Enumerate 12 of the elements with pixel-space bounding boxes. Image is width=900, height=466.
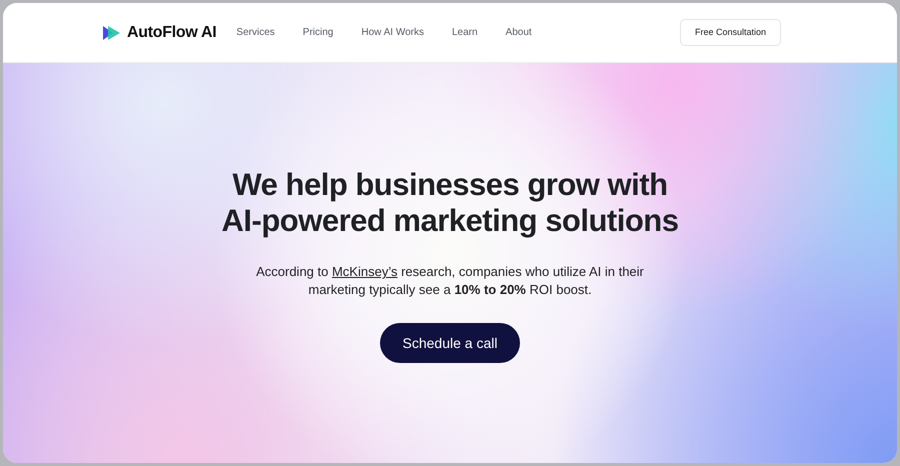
nav-link[interactable]: About — [506, 25, 532, 40]
nav-link[interactable]: Services — [236, 25, 275, 40]
hero-description: According to McKinsey’s research, companies who utilize AI in their marketing typically see a 10% to 20% ROI boost. — [255, 263, 645, 299]
logo-icon — [103, 26, 121, 40]
brand-name: AutoFlow AI — [127, 22, 216, 42]
nav-link[interactable]: Pricing — [302, 25, 334, 40]
hero-title: We help businesses grow with AI-powered marketing solutions — [222, 167, 678, 239]
mckinsey-link[interactable]: McKinsey’s — [332, 264, 398, 279]
nav-link[interactable]: How AI Works — [361, 25, 424, 40]
nav-link[interactable]: Learn — [452, 25, 478, 40]
schedule-call-button[interactable]: Schedule a call — [380, 323, 520, 363]
free-consultation-button[interactable]: Free Consultation — [680, 19, 781, 46]
